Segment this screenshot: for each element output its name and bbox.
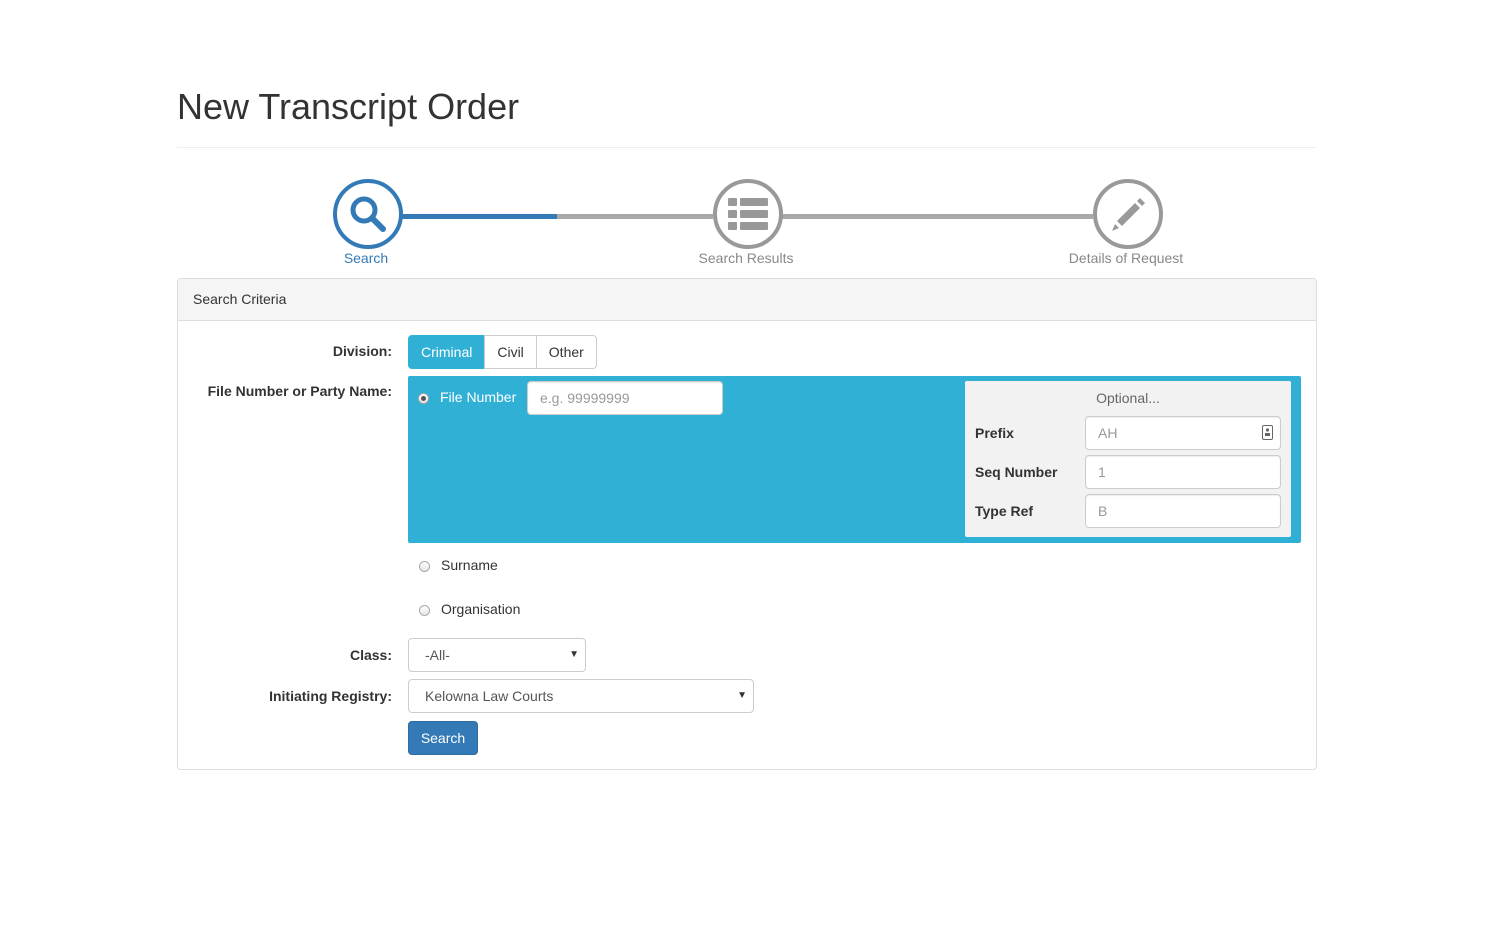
step-label-search-results[interactable]: Search Results: [646, 250, 846, 266]
page-title: New Transcript Order: [177, 86, 520, 127]
chevron-down-icon: ▼: [569, 649, 579, 660]
list-icon: [728, 198, 768, 230]
chevron-down-icon: ▼: [737, 690, 747, 701]
step-label-details[interactable]: Details of Request: [1026, 250, 1226, 266]
step-progress-line: [400, 214, 557, 219]
step-search-results[interactable]: [713, 179, 783, 249]
panel-heading: Search Criteria: [178, 279, 1316, 321]
registry-select-value: Kelowna Law Courts: [425, 688, 554, 704]
organisation-radio[interactable]: [419, 605, 430, 616]
registry-select[interactable]: Kelowna Law Courts ▼: [408, 679, 754, 713]
division-civil-button[interactable]: Civil: [484, 335, 537, 369]
surname-radio[interactable]: [419, 561, 430, 572]
division-criminal-button[interactable]: Criminal: [408, 335, 486, 369]
search-button[interactable]: Search: [408, 721, 478, 755]
division-other-button[interactable]: Other: [535, 335, 597, 369]
type-ref-label: Type Ref: [975, 503, 1034, 519]
step-line-2: [779, 214, 1093, 219]
file-or-party-label: File Number or Party Name:: [207, 383, 392, 399]
step-line-1: [557, 214, 713, 219]
division-label: Division:: [332, 343, 392, 359]
optional-fields-box: Optional... Prefix Seq Number Type Ref: [965, 381, 1291, 537]
pencil-icon: [1112, 198, 1145, 231]
contact-card-icon: [1262, 425, 1273, 440]
title-divider: [177, 147, 1316, 148]
class-select[interactable]: -All- ▼: [408, 638, 586, 672]
search-criteria-panel: Search Criteria Division: Criminal Civil…: [177, 278, 1317, 770]
prefix-label: Prefix: [975, 425, 1014, 441]
class-select-value: -All-: [425, 647, 450, 663]
division-button-group: Criminal Civil Other: [408, 335, 597, 369]
file-number-section: File Number Optional... Prefix Seq Numbe…: [408, 376, 1301, 543]
type-ref-input[interactable]: [1085, 494, 1281, 528]
search-icon: [350, 196, 386, 232]
optional-heading: Optional...: [1096, 390, 1160, 406]
seq-number-input[interactable]: [1085, 455, 1281, 489]
file-number-input[interactable]: [527, 381, 723, 415]
class-label: Class:: [349, 647, 392, 663]
step-search[interactable]: [333, 179, 403, 249]
step-label-search[interactable]: Search: [266, 250, 466, 266]
file-number-radio[interactable]: [418, 393, 429, 404]
seq-number-label: Seq Number: [975, 464, 1058, 480]
surname-radio-label[interactable]: Surname: [441, 557, 498, 573]
step-details-of-request[interactable]: [1093, 179, 1163, 249]
organisation-radio-label[interactable]: Organisation: [441, 601, 520, 617]
prefix-input[interactable]: [1085, 416, 1281, 450]
registry-label: Initiating Registry:: [269, 688, 392, 704]
file-number-radio-label[interactable]: File Number: [440, 389, 516, 405]
